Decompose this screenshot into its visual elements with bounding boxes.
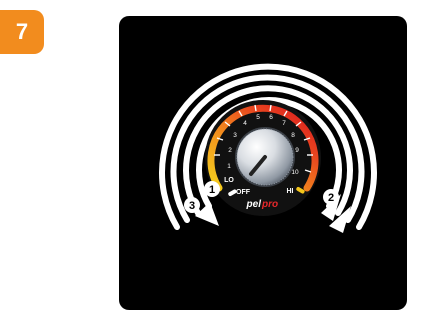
label-hi: HI bbox=[287, 188, 294, 195]
control-dial-illustration: 1 2 3 4 5 6 7 8 9 10 LO OFF HI 1 2 3 pel… bbox=[159, 63, 377, 233]
scale-number: 5 bbox=[256, 114, 260, 121]
scale-number: 10 bbox=[291, 169, 299, 176]
callout-2: 2 bbox=[323, 189, 339, 205]
callout-1: 1 bbox=[204, 181, 220, 197]
brand-logo-right: pro bbox=[261, 199, 278, 210]
rotary-knob-icon[interactable] bbox=[235, 127, 295, 187]
label-lo: LO bbox=[224, 177, 234, 184]
step-number-badge: 7 bbox=[0, 10, 44, 54]
scale-number: 4 bbox=[243, 120, 247, 127]
scale-number: 9 bbox=[295, 147, 299, 154]
label-off: OFF bbox=[236, 189, 251, 196]
callout-number: 1 bbox=[209, 184, 215, 196]
brand-logo-left: pel bbox=[246, 199, 262, 210]
scale-number: 3 bbox=[233, 132, 237, 139]
brand-logo: pel pro bbox=[246, 199, 279, 210]
callout-3: 3 bbox=[184, 197, 200, 213]
scale-number: 2 bbox=[228, 147, 232, 154]
callout-number: 2 bbox=[328, 192, 334, 204]
stove-control-panel: 1 2 3 4 5 6 7 8 9 10 LO OFF HI 1 2 3 pel… bbox=[119, 16, 407, 310]
scale-number: 6 bbox=[269, 114, 273, 121]
callout-number: 3 bbox=[189, 200, 195, 212]
scale-number: 8 bbox=[291, 132, 295, 139]
scale-number: 1 bbox=[227, 163, 231, 170]
scale-number: 7 bbox=[282, 120, 286, 127]
